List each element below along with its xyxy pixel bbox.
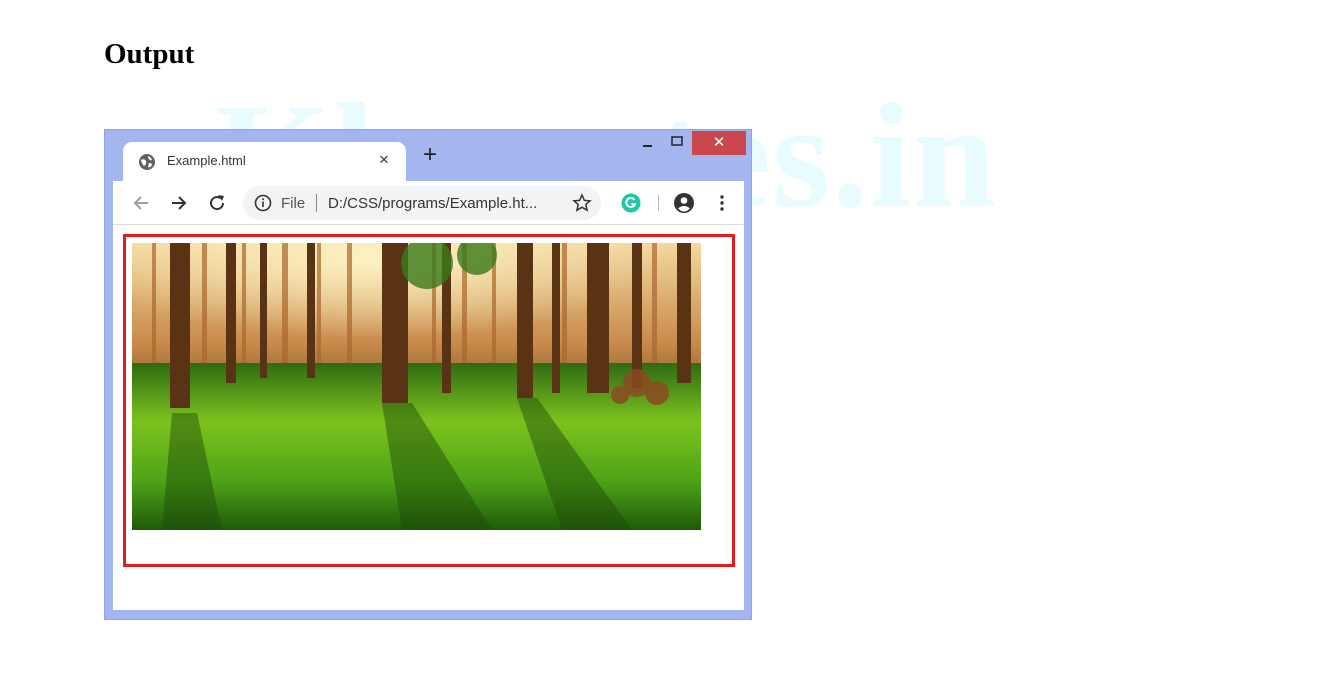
toolbar-divider — [658, 195, 659, 211]
more-menu-icon[interactable] — [712, 193, 732, 213]
address-bar[interactable]: File D:/CSS/programs/Example.ht... — [243, 186, 601, 220]
grammarly-extension-icon[interactable] — [621, 193, 641, 213]
back-arrow-icon[interactable] — [131, 193, 151, 213]
globe-icon — [139, 154, 155, 170]
tab-close-icon[interactable]: × — [379, 150, 389, 170]
reload-icon[interactable] — [207, 193, 227, 213]
browser-window: Example.html × + ✕ File D:/CSS/programs/… — [104, 129, 752, 620]
browser-toolbar: File D:/CSS/programs/Example.ht... — [113, 181, 744, 225]
bookmark-star-icon[interactable] — [572, 193, 592, 213]
minimize-icon[interactable] — [640, 134, 656, 150]
url-text[interactable]: D:/CSS/programs/Example.ht... — [328, 195, 537, 212]
tab-title: Example.html — [167, 153, 246, 168]
profile-avatar-icon[interactable] — [674, 193, 694, 213]
omnibox-divider — [316, 194, 317, 212]
new-tab-button[interactable]: + — [423, 143, 437, 167]
forward-arrow-icon[interactable] — [169, 193, 189, 213]
page-viewport — [113, 225, 744, 610]
info-icon[interactable] — [254, 194, 272, 212]
maximize-icon[interactable] — [668, 134, 686, 150]
document-heading: Output — [104, 38, 195, 70]
forest-image — [132, 243, 701, 530]
file-scheme-label: File — [281, 195, 306, 212]
browser-tab[interactable]: Example.html × — [123, 142, 406, 182]
close-window-button[interactable]: ✕ — [692, 131, 746, 155]
